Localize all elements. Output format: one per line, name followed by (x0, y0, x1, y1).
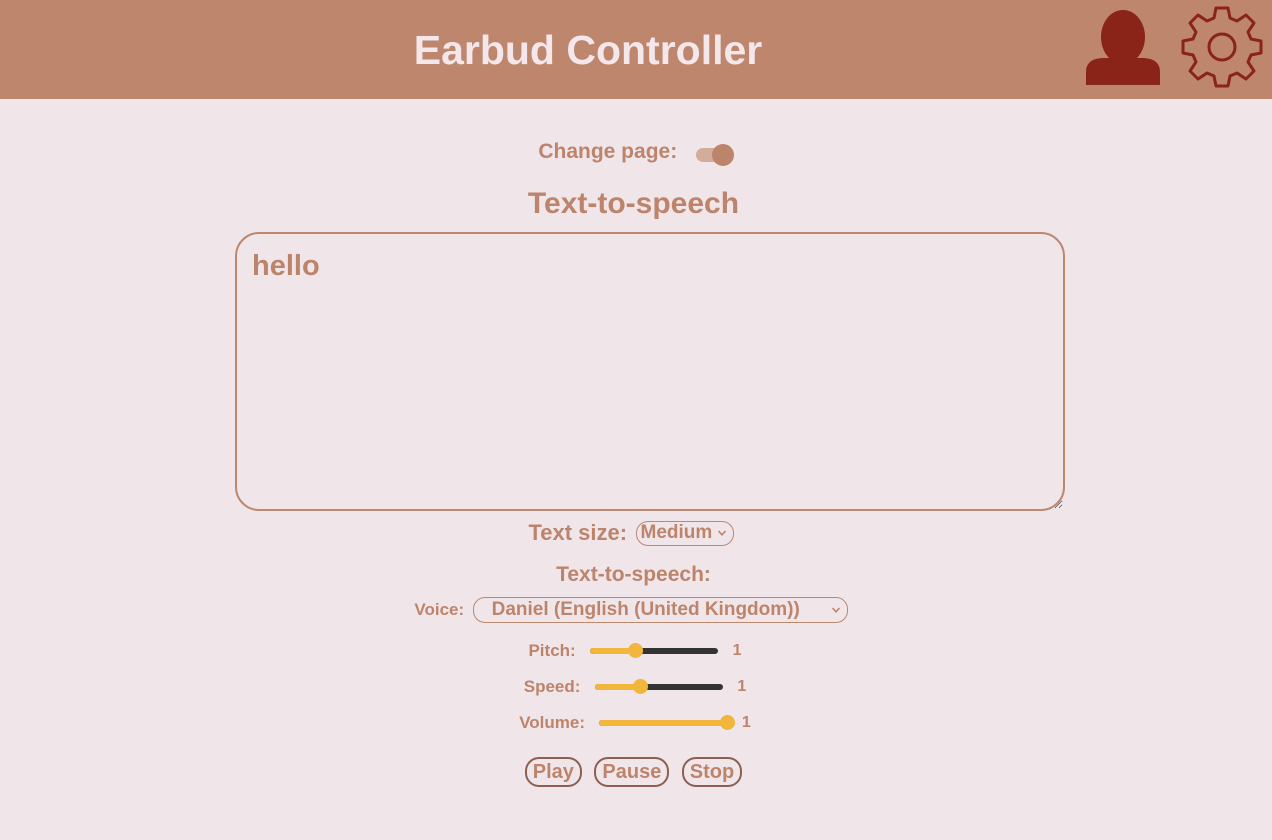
volume-row: Volume: 1 (0, 713, 1270, 737)
header-bar: Earbud Controller (0, 0, 1272, 99)
voice-select[interactable]: Daniel (English (United Kingdom)) (472, 597, 848, 623)
toggle-knob (711, 144, 734, 166)
text-size-select[interactable]: Medium (635, 520, 734, 546)
change-page-row: Change page: (0, 140, 1272, 168)
volume-label: Volume: (519, 713, 585, 732)
text-size-label: Text size: (528, 520, 628, 545)
settings-button[interactable] (1180, 5, 1264, 89)
speed-label: Speed: (523, 677, 581, 696)
pitch-row: Pitch: 1 (0, 641, 1270, 665)
voice-value: Daniel (English (United Kingdom)) (491, 599, 800, 620)
gear-icon (1181, 6, 1263, 88)
pitch-slider[interactable] (590, 641, 719, 661)
user-icon (1086, 10, 1160, 85)
user-profile-button[interactable] (1084, 8, 1162, 86)
app-title: Earbud Controller (413, 27, 763, 73)
change-page-toggle[interactable] (695, 142, 734, 166)
pause-button[interactable]: Pause (594, 757, 670, 787)
slider-thumb[interactable] (627, 643, 643, 658)
playback-controls: Play Pause Stop (0, 757, 1267, 787)
slider-fill (599, 720, 728, 726)
text-size-row: Text size: Medium (0, 520, 1262, 546)
pitch-value: 1 (732, 642, 742, 659)
tts-settings-title: Text-to-speech: (556, 563, 711, 586)
speed-slider[interactable] (594, 677, 723, 697)
text-size-value: Medium (640, 521, 713, 543)
speed-row: Speed: 1 (0, 677, 1270, 701)
chevron-down-icon (717, 530, 726, 536)
slider-thumb[interactable] (632, 679, 648, 694)
play-button[interactable]: Play (524, 757, 582, 787)
tts-text-input[interactable]: hello (235, 232, 1065, 511)
change-page-label: Change page: (538, 140, 678, 163)
pitch-label: Pitch: (528, 641, 576, 660)
voice-label: Voice: (414, 600, 465, 619)
chevron-down-icon (831, 607, 840, 613)
volume-slider[interactable] (599, 713, 736, 733)
slider-thumb[interactable] (720, 715, 736, 730)
volume-value: 1 (741, 714, 751, 731)
stop-button[interactable]: Stop (681, 757, 743, 787)
voice-row: Voice: Daniel (English (United Kingdom)) (0, 597, 1262, 623)
tts-title: Text-to-speech (527, 187, 740, 220)
speed-value: 1 (737, 678, 747, 695)
